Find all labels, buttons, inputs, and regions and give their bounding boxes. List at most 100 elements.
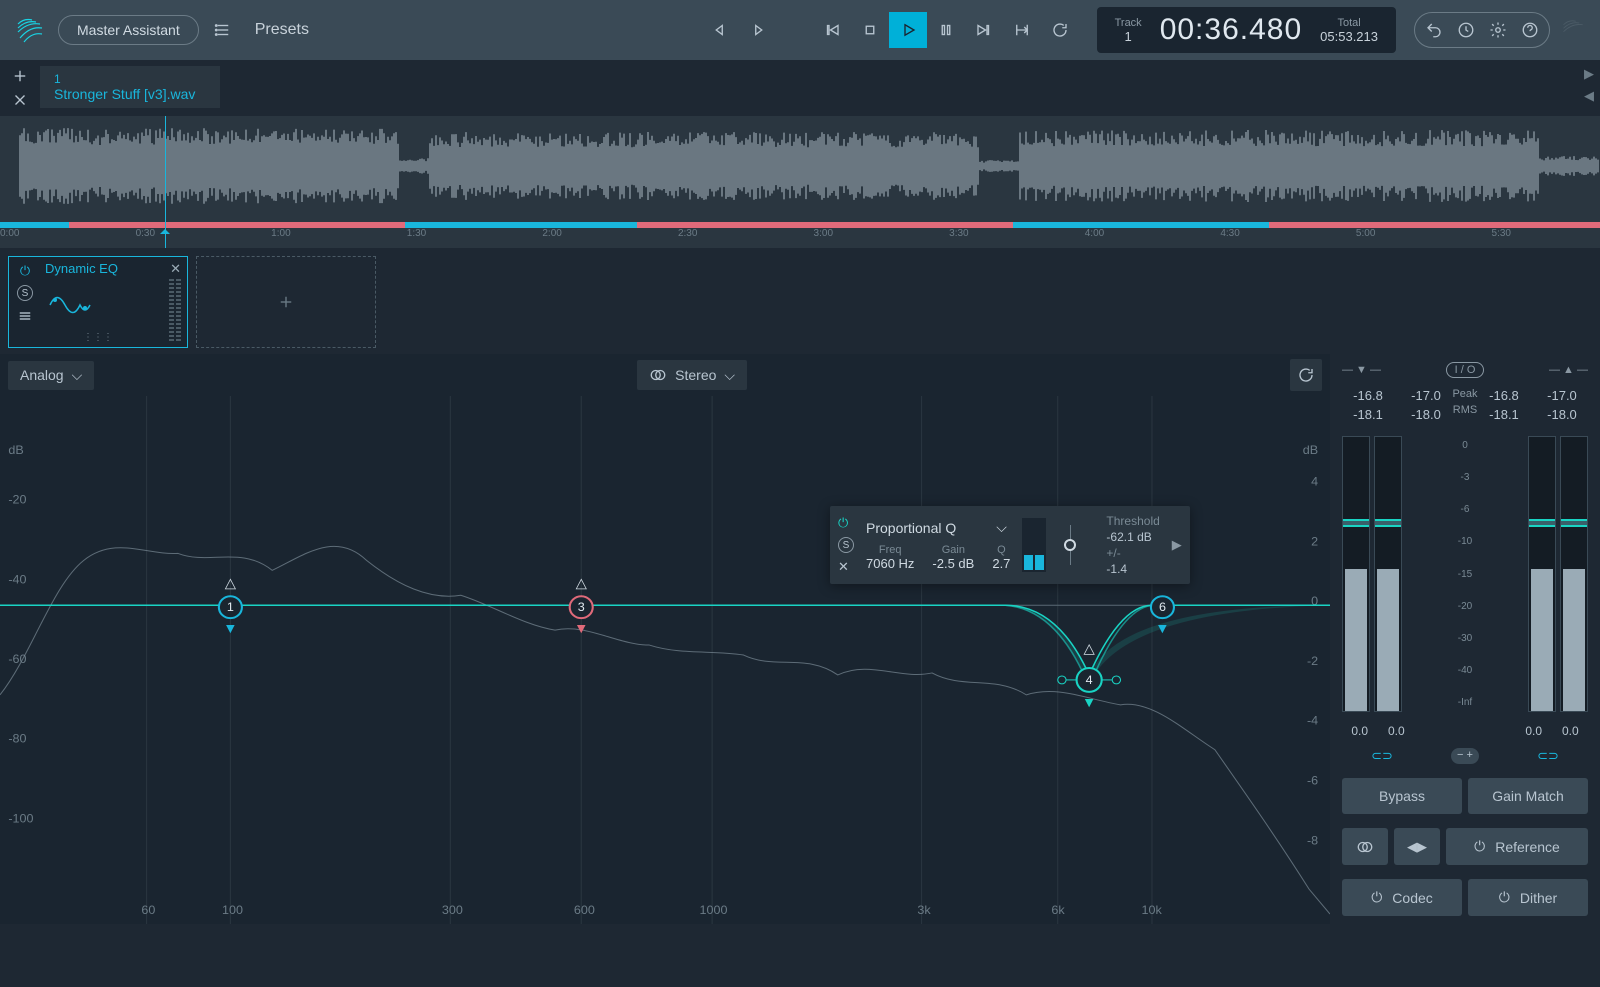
module-title: Dynamic EQ — [45, 261, 183, 276]
chevron-down-icon: ⌵ — [724, 367, 735, 384]
file-tab[interactable]: 1 Stronger Stuff [v3].wav — [40, 66, 220, 108]
svg-text:▼: ▼ — [574, 621, 589, 637]
play-icon[interactable] — [889, 12, 927, 48]
svg-text:3: 3 — [578, 600, 585, 614]
svg-text:600: 600 — [574, 903, 595, 917]
module-solo-icon[interactable]: S — [17, 285, 33, 301]
gear-icon[interactable] — [1483, 15, 1513, 45]
loop-icon[interactable] — [1041, 12, 1079, 48]
popup-power-icon[interactable]: ⏻ — [838, 515, 854, 531]
track-number: 1 — [1125, 29, 1132, 44]
input-meter — [1342, 436, 1402, 712]
track-label: Track — [1115, 17, 1142, 29]
stereo-mode-button[interactable] — [1342, 828, 1388, 865]
module-menu-icon[interactable] — [16, 307, 34, 328]
eq-node-1[interactable]: △ 1 ▼ — [219, 576, 242, 637]
svg-text:-100: -100 — [8, 812, 33, 826]
eq-node-6[interactable]: 6 ▼ — [1151, 596, 1174, 637]
total-time: 05:53.213 — [1320, 29, 1378, 44]
reset-view-icon[interactable] — [1290, 359, 1322, 391]
eq-node-popup[interactable]: ⏻ S ✕ Proportional Q⌵ Freq7060 Hz Gain-2… — [830, 506, 1190, 584]
bypass-button[interactable]: Bypass — [1342, 778, 1462, 814]
presets-label[interactable]: Presets — [255, 21, 309, 39]
svg-text:dB: dB — [8, 443, 23, 457]
svg-text:-20: -20 — [8, 493, 26, 507]
svg-text:1000: 1000 — [700, 903, 728, 917]
svg-text:4: 4 — [1086, 673, 1093, 687]
time-display: 00:36.480 — [1160, 13, 1302, 47]
waveform-overview[interactable]: 0:000:301:001:302:002:303:003:304:004:30… — [0, 116, 1600, 248]
svg-text:6: 6 — [1159, 600, 1166, 614]
svg-text:0: 0 — [1311, 594, 1318, 608]
module-drag-handle[interactable]: ⋮⋮⋮ — [83, 332, 113, 343]
svg-text:dB: dB — [1303, 443, 1318, 457]
out-collapse-icon[interactable]: — ▲ — — [1549, 364, 1588, 376]
link-input-icon[interactable]: ⊂⊃ — [1371, 748, 1393, 764]
loop-section-icon[interactable] — [1003, 12, 1041, 48]
link-output-icon[interactable]: ⊂⊃ — [1537, 748, 1559, 764]
stop-icon[interactable] — [851, 12, 889, 48]
module-dynamic-eq[interactable]: ⏻ S Dynamic EQ ✕ ⋮⋮⋮ — [8, 256, 188, 348]
svg-text:2: 2 — [1311, 535, 1318, 549]
popup-solo-icon[interactable]: S — [838, 537, 854, 553]
tab-filename: Stronger Stuff [v3].wav — [54, 86, 206, 102]
module-power-icon[interactable]: ⏻ — [20, 263, 30, 279]
undo-icon[interactable] — [1419, 15, 1449, 45]
channel-dropdown[interactable]: Stereo ⌵ — [637, 360, 747, 390]
svg-text:▼: ▼ — [1082, 695, 1097, 711]
popup-mini-meter — [1022, 518, 1046, 572]
skip-end-icon[interactable] — [965, 12, 1003, 48]
app-logo — [10, 10, 50, 50]
close-tab-icon[interactable] — [4, 90, 36, 110]
range-value: -1.4 — [1106, 562, 1159, 576]
svg-text:-4: -4 — [1307, 714, 1318, 728]
svg-text:-40: -40 — [8, 573, 26, 587]
popup-close-icon[interactable]: ✕ — [838, 559, 854, 575]
preset-list-icon[interactable] — [207, 14, 239, 46]
module-close-icon[interactable]: ✕ — [170, 261, 181, 277]
svg-text:△: △ — [576, 576, 587, 592]
add-module-slot[interactable] — [196, 256, 376, 348]
filter-type-dropdown[interactable]: Proportional Q⌵ — [866, 519, 1010, 536]
gain-value[interactable]: -2.5 dB — [932, 556, 974, 571]
threshold-value: -62.1 dB — [1106, 530, 1159, 544]
scroll-right-icon[interactable]: ▶ — [1584, 66, 1594, 82]
codec-button[interactable]: ⏻Codec — [1342, 879, 1462, 916]
next-preset-icon[interactable] — [739, 12, 777, 48]
reference-button[interactable]: ⏻Reference — [1446, 828, 1588, 865]
scroll-left-icon[interactable]: ◀ — [1584, 88, 1594, 104]
svg-text:300: 300 — [442, 903, 463, 917]
svg-text:▼: ▼ — [1155, 621, 1170, 637]
pause-icon[interactable] — [927, 12, 965, 48]
history-icon[interactable] — [1451, 15, 1481, 45]
svg-text:100: 100 — [222, 903, 243, 917]
master-assistant-button[interactable]: Master Assistant — [58, 15, 199, 45]
eq-mode-dropdown[interactable]: Analog ⌵ — [8, 361, 94, 390]
freq-value[interactable]: 7060 Hz — [866, 556, 914, 571]
svg-text:▼: ▼ — [223, 621, 238, 637]
svg-text:△: △ — [1083, 641, 1094, 657]
dither-button[interactable]: ⏻Dither — [1468, 879, 1588, 916]
tab-number: 1 — [54, 72, 206, 86]
q-value[interactable]: 2.7 — [992, 556, 1010, 571]
in-collapse-icon[interactable]: — ▼ — — [1342, 364, 1381, 376]
svg-text:-2: -2 — [1307, 654, 1318, 668]
popup-expand-icon[interactable]: ▶ — [1172, 537, 1182, 553]
brand-mark-icon — [1558, 14, 1590, 46]
skip-start-icon[interactable] — [813, 12, 851, 48]
svg-text:-80: -80 — [8, 732, 26, 746]
svg-text:10k: 10k — [1141, 903, 1162, 917]
eq-node-3[interactable]: △ 3 ▼ — [570, 576, 593, 637]
add-tab-icon[interactable] — [4, 66, 36, 86]
svg-text:△: △ — [225, 576, 236, 592]
chevron-down-icon: ⌵ — [72, 367, 83, 384]
help-icon[interactable] — [1515, 15, 1545, 45]
threshold-slider[interactable] — [1058, 525, 1082, 565]
svg-text:60: 60 — [141, 903, 155, 917]
sum-toggle[interactable]: − + — [1451, 748, 1479, 764]
prev-preset-icon[interactable] — [701, 12, 739, 48]
gain-match-button[interactable]: Gain Match — [1468, 778, 1588, 814]
total-label: Total — [1337, 17, 1360, 29]
svg-text:4: 4 — [1311, 475, 1318, 489]
swap-channels-button[interactable]: ◀▶ — [1394, 828, 1440, 865]
